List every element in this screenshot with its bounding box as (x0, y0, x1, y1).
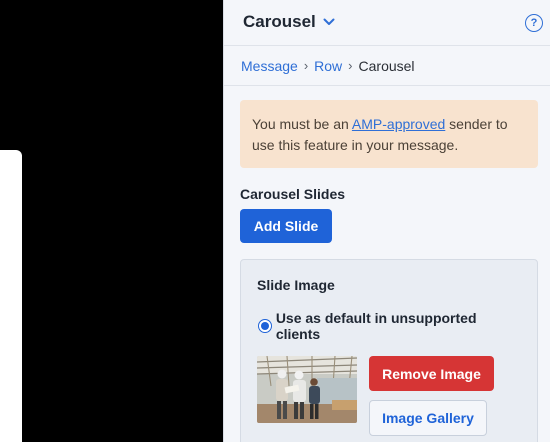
slide-image-title: Slide Image (257, 277, 335, 293)
properties-panel: Carousel ? Message › Row › Carousel You … (223, 0, 550, 442)
panel-title: Carousel (243, 12, 316, 31)
breadcrumb-row[interactable]: Row (314, 58, 342, 74)
amp-notice: You must be an AMP-approved sender to us… (240, 100, 538, 168)
amp-approved-link[interactable]: AMP-approved (352, 116, 445, 132)
image-actions: Remove Image Image Gallery (369, 356, 494, 436)
canvas-area (0, 0, 223, 442)
default-image-option[interactable]: Use as default in unsupported clients (257, 310, 521, 342)
canvas-content-edge (0, 150, 22, 442)
default-image-radio[interactable] (258, 319, 272, 333)
block-type-selector[interactable]: Carousel (243, 12, 335, 32)
help-icon[interactable]: ? (525, 14, 543, 32)
breadcrumb-current: Carousel (358, 57, 415, 74)
chevron-down-icon (323, 11, 335, 31)
carousel-slides-label: Carousel Slides (240, 186, 346, 202)
remove-image-button[interactable]: Remove Image (369, 356, 494, 391)
add-slide-button[interactable]: Add Slide (240, 209, 332, 243)
breadcrumb-separator: › (303, 58, 309, 73)
slide-image-thumbnail (257, 356, 357, 423)
breadcrumb-message[interactable]: Message (241, 58, 298, 74)
breadcrumb: Message › Row › Carousel (224, 46, 550, 86)
image-row: Remove Image Image Gallery (257, 356, 521, 436)
panel-header: Carousel ? (224, 0, 550, 46)
notice-text-prefix: You must be an (252, 116, 352, 132)
image-gallery-button[interactable]: Image Gallery (369, 400, 487, 436)
default-image-radio-label: Use as default in unsupported clients (275, 310, 477, 342)
breadcrumb-separator: › (348, 58, 353, 73)
radio-selected-dot (260, 322, 269, 330)
slide-image-card: Slide Image Use as default in unsupporte… (240, 259, 538, 442)
panel-content: You must be an AMP-approved sender to us… (224, 100, 550, 442)
